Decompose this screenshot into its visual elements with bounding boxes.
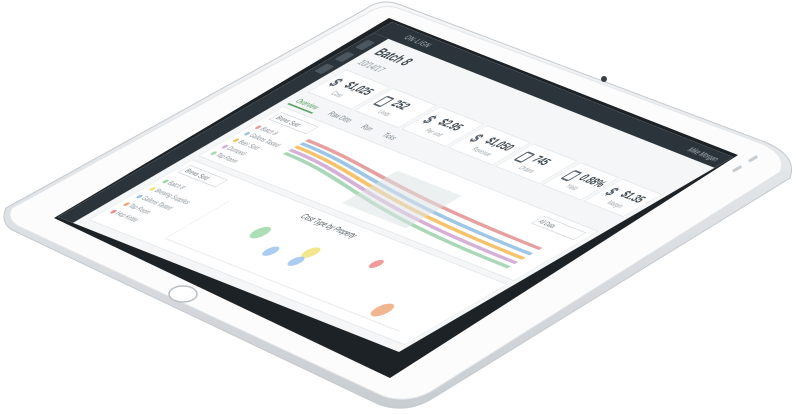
- home-nav-icon[interactable]: [354, 39, 376, 51]
- tab-ticks[interactable]: Ticks: [375, 130, 403, 144]
- stage: ON·LIGN Mike Morgan Batch 8 10/14/17 $ $…: [0, 0, 800, 414]
- stat-label: Yield: [562, 182, 581, 192]
- bubble-point[interactable]: [246, 225, 275, 240]
- stat-label: Per unit: [422, 127, 446, 138]
- bubble-point[interactable]: [259, 245, 282, 257]
- stat-value: $1,025: [340, 79, 379, 98]
- reports-nav-icon[interactable]: [334, 51, 355, 63]
- stat-label: Orders: [516, 164, 538, 175]
- camera-icon: [601, 76, 607, 82]
- home-button[interactable]: [168, 285, 198, 303]
- bubble-point[interactable]: [366, 259, 386, 270]
- stat-label: Margin: [604, 199, 626, 210]
- app-brand[interactable]: ON·LIGN: [402, 34, 435, 49]
- tab-run[interactable]: Run: [354, 121, 380, 134]
- stat-label: Cost: [328, 90, 346, 99]
- stat-label: Units: [375, 108, 394, 118]
- bubble-point[interactable]: [366, 302, 398, 319]
- settings-nav-icon[interactable]: [314, 63, 335, 75]
